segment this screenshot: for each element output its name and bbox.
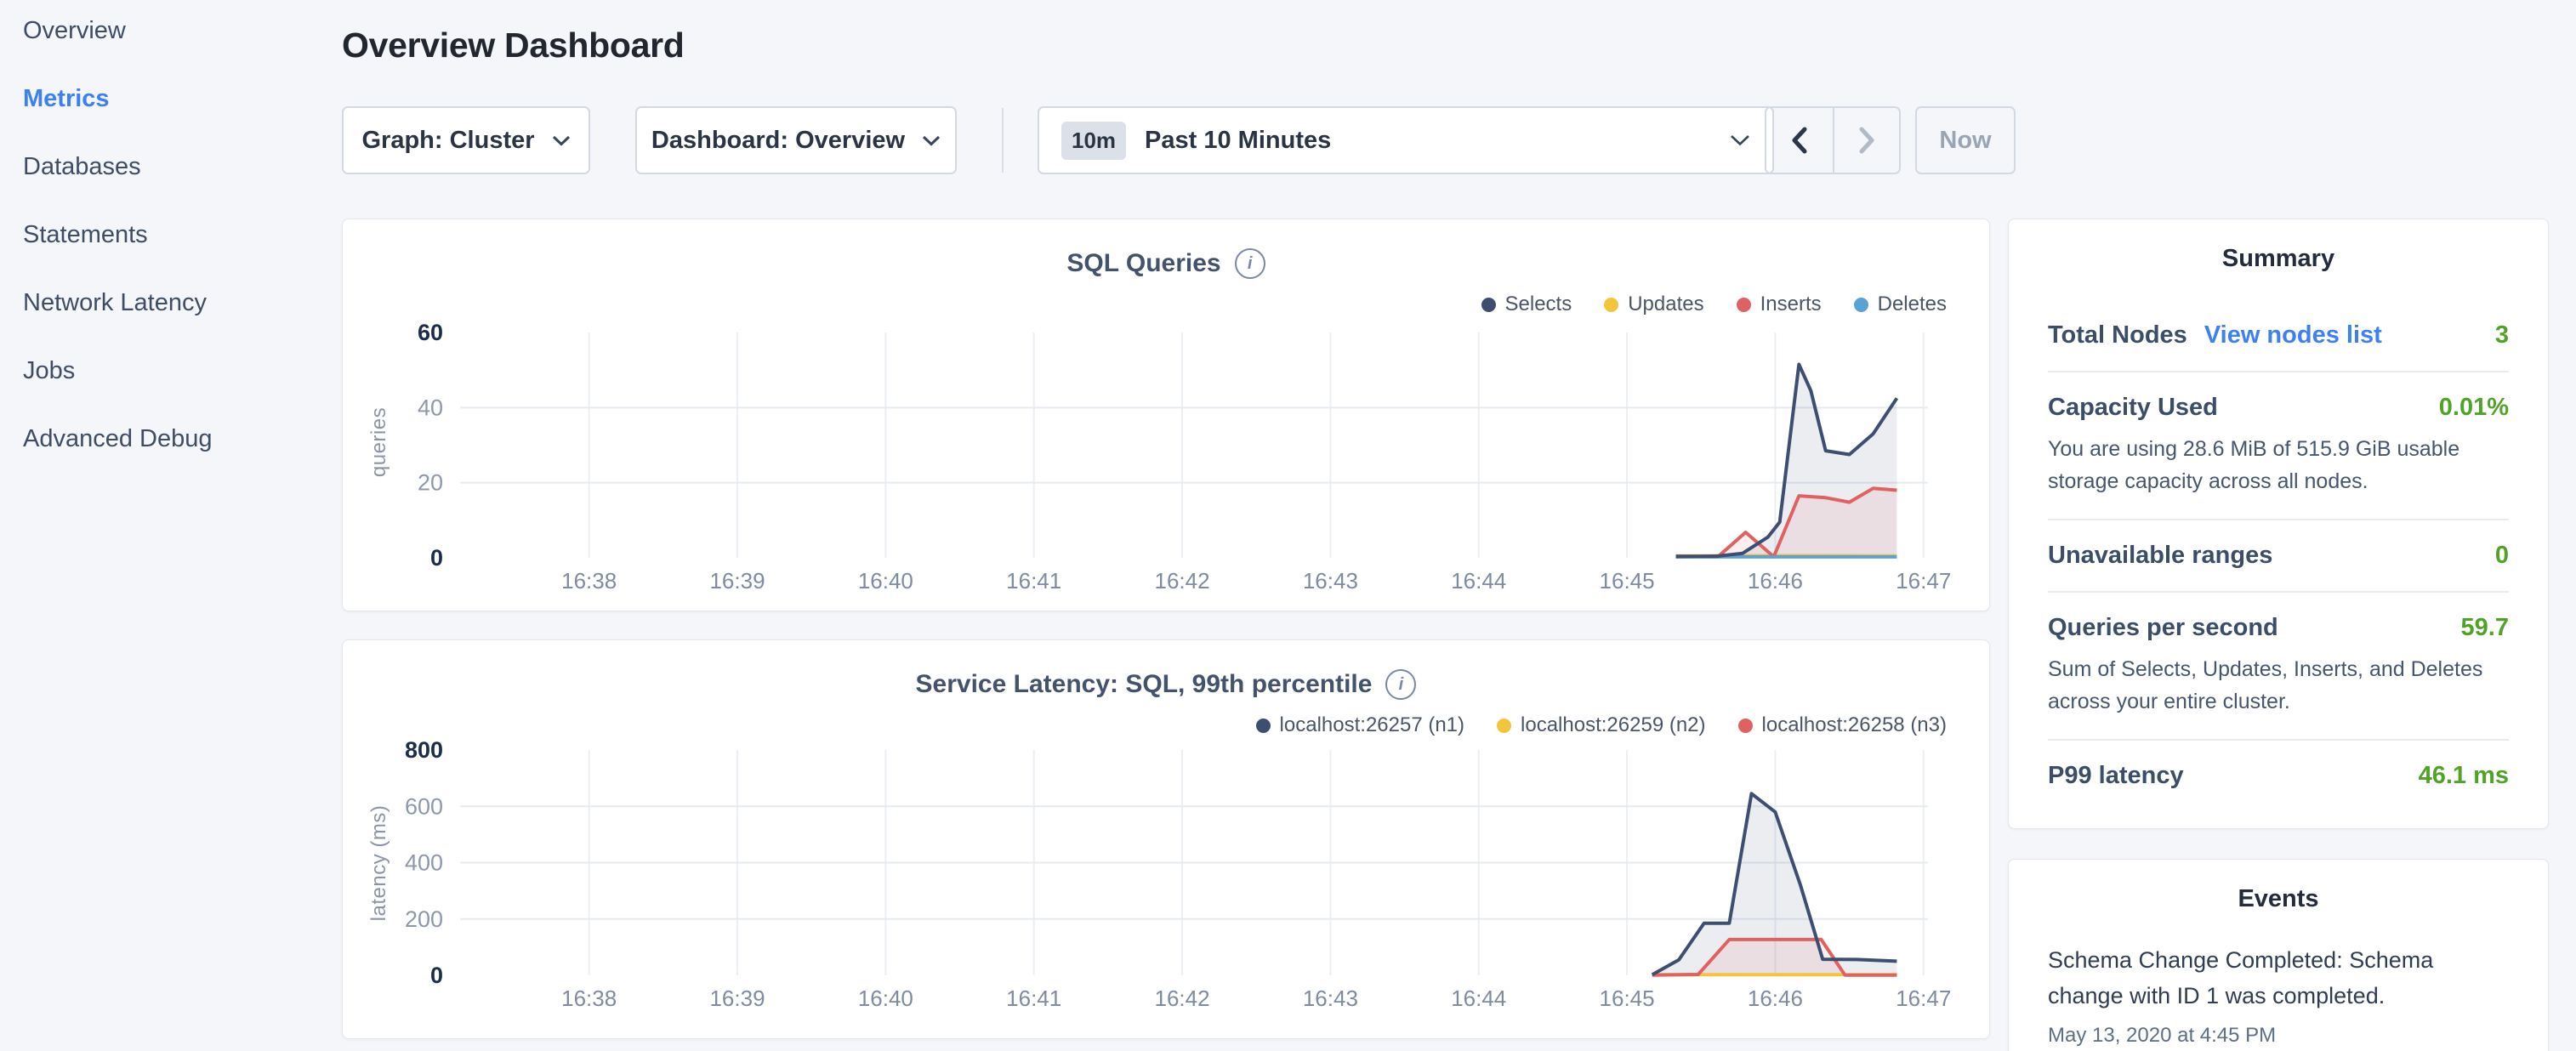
page: Overview Metrics Databases Statements Networ…	[0, 0, 2576, 1051]
x-tick-label: 16:39	[709, 986, 765, 1011]
time-range-badge: 10m	[1061, 122, 1126, 160]
chevron-down-icon	[1730, 134, 1750, 146]
sidebar-item-network-latency[interactable]: Network Latency	[23, 289, 207, 317]
time-next-button[interactable]	[1833, 108, 1899, 173]
summary-row-value: 0	[2495, 542, 2509, 570]
y-tick-label: 200	[405, 906, 443, 932]
summary-row-desc: Sum of Selects, Updates, Inserts, and De…	[2048, 653, 2509, 718]
summary-row: Queries per second 59.7 Sum of Selects, Up…	[2048, 591, 2509, 739]
view-nodes-link[interactable]: View nodes list	[2204, 321, 2382, 349]
controls-divider	[1002, 108, 1004, 173]
y-tick-label: 40	[418, 395, 443, 420]
chart-card-sql-queries: SQL Queries i SelectsUpdatesInsertsDelet…	[342, 219, 1990, 611]
sidebar-item-overview[interactable]: Overview	[23, 17, 126, 45]
summary-row-label: Capacity Used	[2048, 394, 2218, 422]
y-tick-label: 800	[405, 737, 443, 763]
chevron-down-icon	[922, 135, 941, 146]
chart-card-service-latency: Service Latency: SQL, 99th percentile i …	[342, 639, 1990, 1039]
x-tick-label: 16:42	[1155, 986, 1210, 1011]
sidebar-item-statements[interactable]: Statements	[23, 221, 148, 249]
summary-row-value: 3	[2495, 321, 2509, 349]
sidebar-item-databases[interactable]: Databases	[23, 153, 141, 181]
chart-title: SQL Queries	[1066, 249, 1220, 278]
event-item[interactable]: Schema Change Completed: Schema change w…	[2048, 942, 2509, 1048]
time-prev-button[interactable]	[1766, 108, 1833, 173]
x-tick-label: 16:44	[1451, 568, 1506, 594]
x-tick-label: 16:47	[1896, 568, 1951, 594]
x-tick-label: 16:46	[1748, 568, 1803, 594]
y-tick-label: 0	[430, 963, 443, 988]
x-tick-label: 16:47	[1896, 986, 1951, 1011]
summary-row: Total Nodes View nodes list 3	[2048, 300, 2509, 371]
summary-panel: Summary Total Nodes View nodes list 3 Capac…	[2008, 219, 2549, 829]
x-tick-label: 16:38	[561, 986, 617, 1011]
y-axis-label: queries	[367, 340, 391, 544]
event-timestamp: May 13, 2020 at 4:45 PM	[2048, 1024, 2509, 1048]
chart-plot[interactable]: 16:38 16:39 16:40 16:41 16:42 16:43 16:44 16:45…	[343, 304, 1991, 621]
x-tick-label: 16:39	[709, 568, 765, 594]
summary-row-label: Unavailable ranges	[2048, 542, 2272, 570]
x-tick-label: 16:42	[1155, 568, 1210, 594]
now-button[interactable]: Now	[1915, 106, 2016, 174]
x-tick-label: 16:45	[1600, 986, 1655, 1011]
y-tick-label: 600	[405, 793, 443, 819]
graph-dropdown-label: Graph: Cluster	[361, 127, 534, 155]
y-tick-label: 0	[430, 545, 443, 571]
chart-plot[interactable]: 16:38 16:39 16:40 16:41 16:42 16:43 16:44 16:45…	[343, 722, 1991, 1038]
chevron-left-icon	[1788, 126, 1811, 155]
sidebar: Overview Metrics Databases Statements Networ…	[0, 0, 336, 1051]
x-tick-label: 16:41	[1006, 986, 1061, 1011]
info-icon[interactable]: i	[1385, 669, 1416, 700]
summary-row: Capacity Used 0.01% You are using 28.6 MiB…	[2048, 371, 2509, 519]
x-tick-label: 16:43	[1303, 986, 1358, 1011]
summary-row-desc: You are using 28.6 MiB of 515.9 GiB usab…	[2048, 433, 2509, 497]
y-axis-label: latency (ms)	[367, 761, 391, 965]
sidebar-item-metrics[interactable]: Metrics	[23, 85, 110, 113]
sidebar-item-advanced-debug[interactable]: Advanced Debug	[23, 425, 213, 453]
x-tick-label: 16:43	[1303, 568, 1358, 594]
time-range-picker[interactable]: 10m Past 10 Minutes	[1038, 106, 1774, 174]
y-tick-label: 60	[418, 320, 443, 345]
chart-title: Service Latency: SQL, 99th percentile	[916, 670, 1373, 699]
x-tick-label: 16:41	[1006, 568, 1061, 594]
summary-row-label: Total Nodes	[2048, 321, 2187, 349]
summary-row-value: 46.1 ms	[2419, 762, 2509, 790]
events-panel: Events Schema Change Completed: Schema c…	[2008, 859, 2549, 1051]
summary-row-value: 59.7	[2461, 614, 2509, 642]
x-tick-label: 16:38	[561, 568, 617, 594]
x-tick-label: 16:40	[858, 986, 913, 1011]
event-text: Schema Change Completed: Schema change w…	[2048, 942, 2456, 1014]
y-tick-label: 20	[418, 470, 443, 496]
summary-title: Summary	[2048, 219, 2509, 273]
dashboard-dropdown-label: Dashboard: Overview	[651, 127, 905, 155]
time-range-label: Past 10 Minutes	[1145, 127, 1331, 155]
x-tick-label: 16:46	[1748, 986, 1803, 1011]
page-title: Overview Dashboard	[342, 26, 684, 65]
graph-dropdown[interactable]: Graph: Cluster	[342, 106, 590, 174]
summary-row-label: Queries per second	[2048, 614, 2278, 642]
events-title: Events	[2048, 860, 2509, 913]
time-pager	[1765, 106, 1901, 174]
x-tick-label: 16:40	[858, 568, 913, 594]
chevron-down-icon	[552, 135, 571, 146]
sidebar-item-jobs[interactable]: Jobs	[23, 357, 75, 385]
summary-row-label: P99 latency	[2048, 762, 2184, 790]
y-tick-label: 400	[405, 850, 443, 876]
summary-row: P99 latency 46.1 ms	[2048, 739, 2509, 811]
dashboard-dropdown[interactable]: Dashboard: Overview	[635, 106, 957, 174]
chevron-right-icon	[1856, 126, 1878, 155]
x-tick-label: 16:44	[1451, 986, 1506, 1011]
x-tick-label: 16:45	[1600, 568, 1655, 594]
info-icon[interactable]: i	[1235, 248, 1265, 279]
summary-row-value: 0.01%	[2439, 394, 2509, 422]
summary-row: Unavailable ranges 0	[2048, 519, 2509, 591]
